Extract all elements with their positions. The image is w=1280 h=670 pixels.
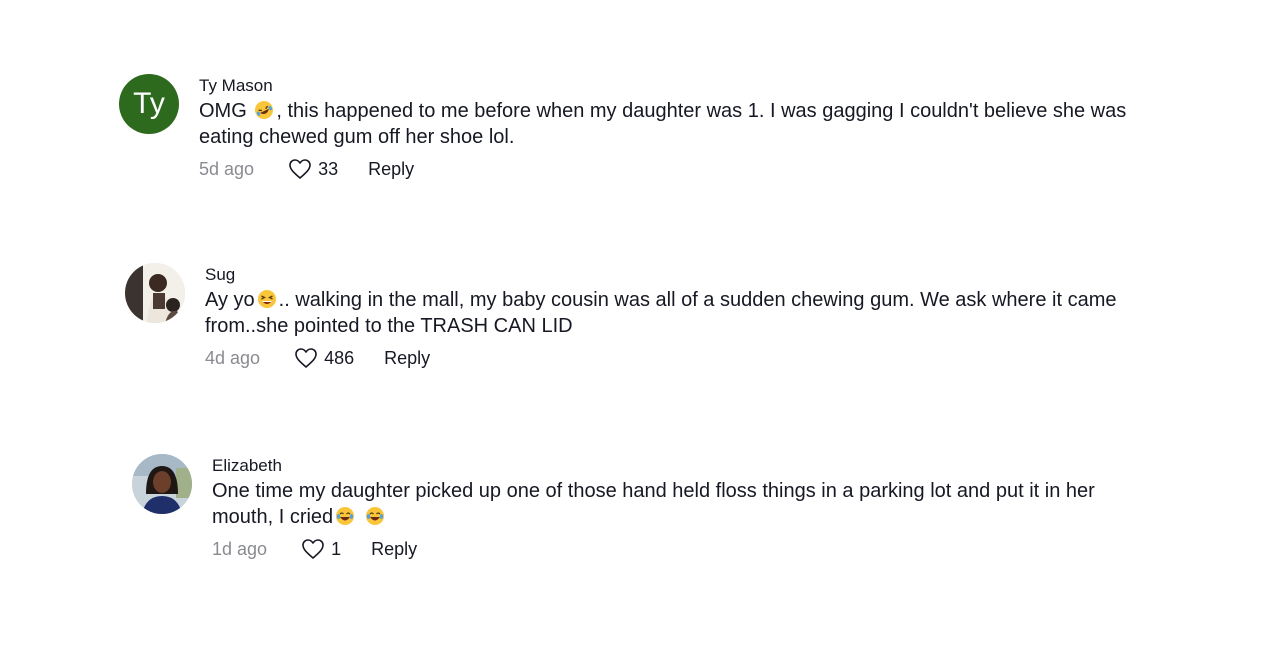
heart-icon bbox=[295, 348, 317, 368]
comment-timestamp: 1d ago bbox=[212, 538, 268, 559]
comment-meta: 5d ago 33 Reply bbox=[199, 158, 1159, 180]
tears-of-joy-emoji-icon bbox=[365, 507, 384, 525]
heart-icon bbox=[289, 159, 311, 179]
reply-button[interactable]: Reply bbox=[368, 159, 414, 180]
comment-meta: 4d ago 486 Reply bbox=[205, 347, 1165, 369]
comment-text: Ay yo .. walking in the mall, my baby co… bbox=[205, 287, 1165, 339]
comment-text-part: , this happened to me before when my dau… bbox=[199, 100, 1127, 148]
comment-timestamp: 4d ago bbox=[205, 347, 261, 368]
tired-face-emoji-icon bbox=[257, 290, 276, 308]
comment-text-part: Ay yo bbox=[205, 289, 255, 311]
tears-of-joy-emoji-icon bbox=[336, 507, 355, 525]
like-count: 33 bbox=[318, 158, 339, 179]
avatar-initials: Ty bbox=[133, 87, 165, 120]
comment-text-part: .. walking in the mall, my baby cousin w… bbox=[205, 289, 1117, 337]
like-count: 1 bbox=[331, 538, 342, 559]
avatar-photo bbox=[132, 454, 192, 514]
comment-item: Sug Ay yo .. walking in the mall, my bab… bbox=[125, 263, 1165, 369]
comment-meta: 1d ago 1 Reply bbox=[212, 538, 1152, 560]
comment-username[interactable]: Ty Mason bbox=[199, 76, 1159, 96]
comment-text: One time my daughter picked up one of th… bbox=[212, 478, 1152, 530]
like-button[interactable]: 1 bbox=[301, 538, 341, 560]
like-count: 486 bbox=[324, 347, 355, 368]
comment-body: Elizabeth One time my daughter picked up… bbox=[212, 454, 1152, 560]
comment-text: OMG , this happened to me before when my… bbox=[199, 98, 1159, 150]
comment-item: Elizabeth One time my daughter picked up… bbox=[132, 454, 1152, 560]
comment-username[interactable]: Elizabeth bbox=[212, 456, 1152, 476]
avatar[interactable] bbox=[125, 263, 185, 323]
like-button[interactable]: 33 bbox=[288, 158, 338, 180]
rolling-laughing-emoji-icon bbox=[255, 101, 274, 119]
comment-timestamp: 5d ago bbox=[199, 158, 255, 179]
comment-body: Ty Mason OMG , this happened to me befor… bbox=[199, 74, 1159, 180]
reply-button[interactable]: Reply bbox=[371, 539, 417, 560]
heart-icon bbox=[302, 539, 324, 559]
comment-text-part: OMG bbox=[199, 100, 253, 122]
comment-username[interactable]: Sug bbox=[205, 265, 1165, 285]
comment-body: Sug Ay yo .. walking in the mall, my bab… bbox=[205, 263, 1165, 369]
comment-item: Ty Ty Mason OMG , this happened to me be… bbox=[119, 74, 1159, 180]
avatar[interactable] bbox=[132, 454, 192, 514]
avatar[interactable]: Ty bbox=[119, 74, 179, 134]
avatar-photo bbox=[125, 263, 185, 323]
reply-button[interactable]: Reply bbox=[384, 348, 430, 369]
like-button[interactable]: 486 bbox=[294, 347, 354, 369]
